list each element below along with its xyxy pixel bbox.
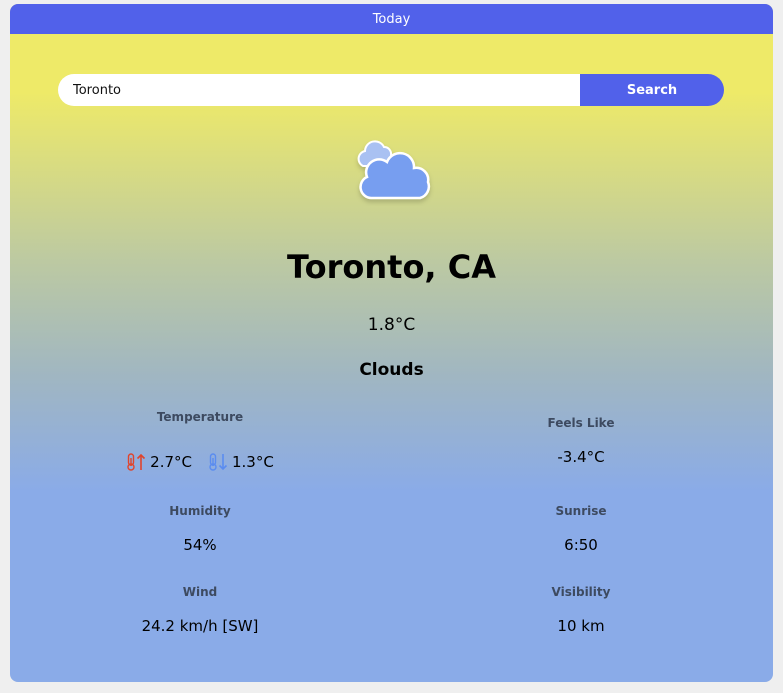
tab-today[interactable]: Today (10, 4, 773, 34)
sunrise-label: Sunrise (555, 504, 607, 518)
wind-label: Wind (182, 585, 218, 599)
visibility-label: Visibility (551, 585, 611, 599)
search-bar: Search (58, 74, 724, 106)
low-temperature-value: 1.3°C (232, 453, 274, 471)
tab-today-label: Today (372, 11, 411, 27)
weather-condition: Clouds (359, 360, 424, 380)
feels-like-value: -3.4°C (557, 448, 605, 466)
humidity-value: 54% (183, 536, 217, 554)
thermometer-up-icon (127, 453, 146, 471)
search-input[interactable] (58, 74, 580, 106)
high-temperature-value: 2.7°C (150, 453, 192, 471)
city-name: Toronto, CA (287, 248, 496, 286)
temperature-label: Temperature (156, 410, 244, 424)
wind-value: 24.2 km/h [SW] (141, 617, 259, 635)
weather-card: Today Search Toronto, CA 1.8°C Clouds Te… (10, 4, 773, 682)
thermometer-down-icon (209, 453, 228, 471)
feels-like-label: Feels Like (547, 416, 615, 430)
current-temperature: 1.8°C (367, 315, 416, 335)
sunrise-value: 6:50 (564, 536, 598, 554)
humidity-label: Humidity (169, 504, 231, 518)
low-temperature: 1.3°C (208, 453, 274, 471)
search-button[interactable]: Search (580, 74, 724, 106)
clouds-icon (357, 140, 431, 200)
temperature-range: 2.7°C 1.3°C (100, 453, 300, 471)
visibility-value: 10 km (557, 617, 605, 635)
high-temperature: 2.7°C (126, 453, 192, 471)
